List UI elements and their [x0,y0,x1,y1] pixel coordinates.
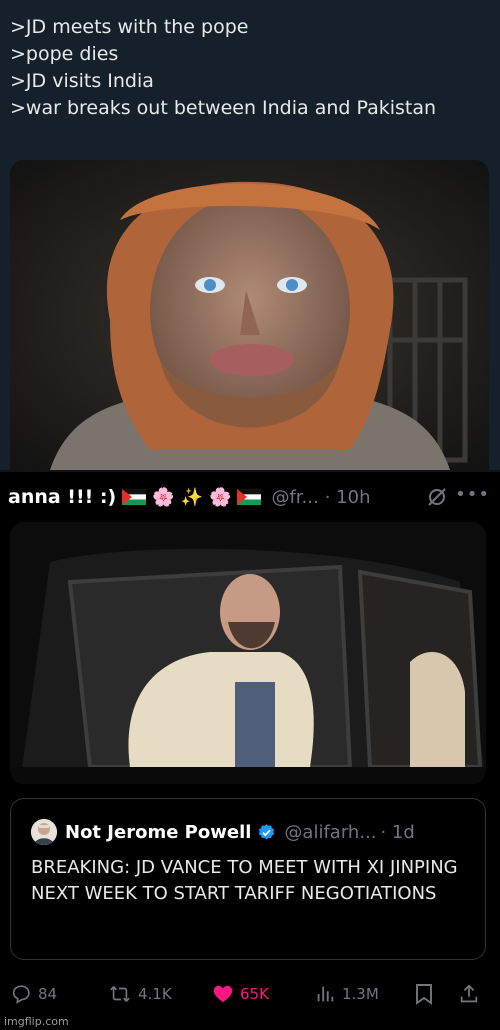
repost-button[interactable]: 4.1K [108,983,172,1005]
meme-face-image [10,160,489,470]
quoted-tweet[interactable]: Not Jerome Powell @alifarh... · 1d BREAK… [10,798,486,960]
author-handle[interactable]: @fr... [271,487,318,508]
views-chart-icon [317,986,334,1002]
avatar[interactable] [31,819,57,845]
meme-top-panel: >JD meets with the pope >pope dies >JD v… [0,0,500,470]
greentext-line: >JD visits India [10,70,154,92]
author-name[interactable]: anna !!! :) [8,486,116,508]
repost-icon [110,986,130,1002]
more-options-icon[interactable]: ••• [455,484,490,505]
reply-count: 84 [38,985,58,1003]
sparkles-icon: ✨ [180,486,204,508]
car-window-image[interactable] [10,522,486,784]
imgflip-watermark: imgflip.com [4,1015,69,1028]
tweet-actions: 84 4.1K 65K 1.3M [0,977,500,1013]
reply-icon [12,985,30,1004]
heart-icon [213,985,233,1003]
share-icon[interactable] [458,983,480,1005]
reply-button[interactable]: 84 [10,983,57,1005]
greentext-line: >JD meets with the pope [10,16,249,38]
tweet-header: anna !!! :) 🌸 ✨ 🌸 @fr... · 10h [8,482,370,512]
greentext-block: >JD meets with the pope >pope dies >JD v… [10,14,436,122]
like-count: 65K [240,985,269,1003]
quoted-tweet-text: BREAKING: JD VANCE TO MEET WITH XI JINPI… [31,857,458,904]
tweet-card[interactable]: anna !!! :) 🌸 ✨ 🌸 @fr... · 10h ••• Not J… [0,472,500,1030]
tweet-time[interactable]: · 10h [325,487,371,508]
quoted-author-name[interactable]: Not Jerome Powell [65,822,251,843]
cherry-blossom-icon: 🌸 [152,486,175,508]
views-button[interactable]: 1.3M [314,983,379,1005]
bookmark-icon[interactable] [414,983,434,1005]
palestine-flag-icon [122,489,147,505]
palestine-flag-icon [237,489,262,505]
greentext-line: >pope dies [10,43,119,65]
views-count: 1.3M [342,985,379,1003]
quoted-author-handle[interactable]: @alifarh... [284,822,376,843]
quoted-tweet-time[interactable]: · 1d [380,822,414,843]
repost-count: 4.1K [138,985,172,1003]
grok-icon[interactable] [426,486,448,508]
cherry-blossom-icon: 🌸 [209,486,232,508]
verified-badge-icon [259,823,275,839]
greentext-line: >war breaks out between India and Pakist… [10,97,437,119]
quoted-tweet-header: Not Jerome Powell @alifarh... · 1d [31,819,415,845]
like-button[interactable]: 65K [212,983,269,1005]
